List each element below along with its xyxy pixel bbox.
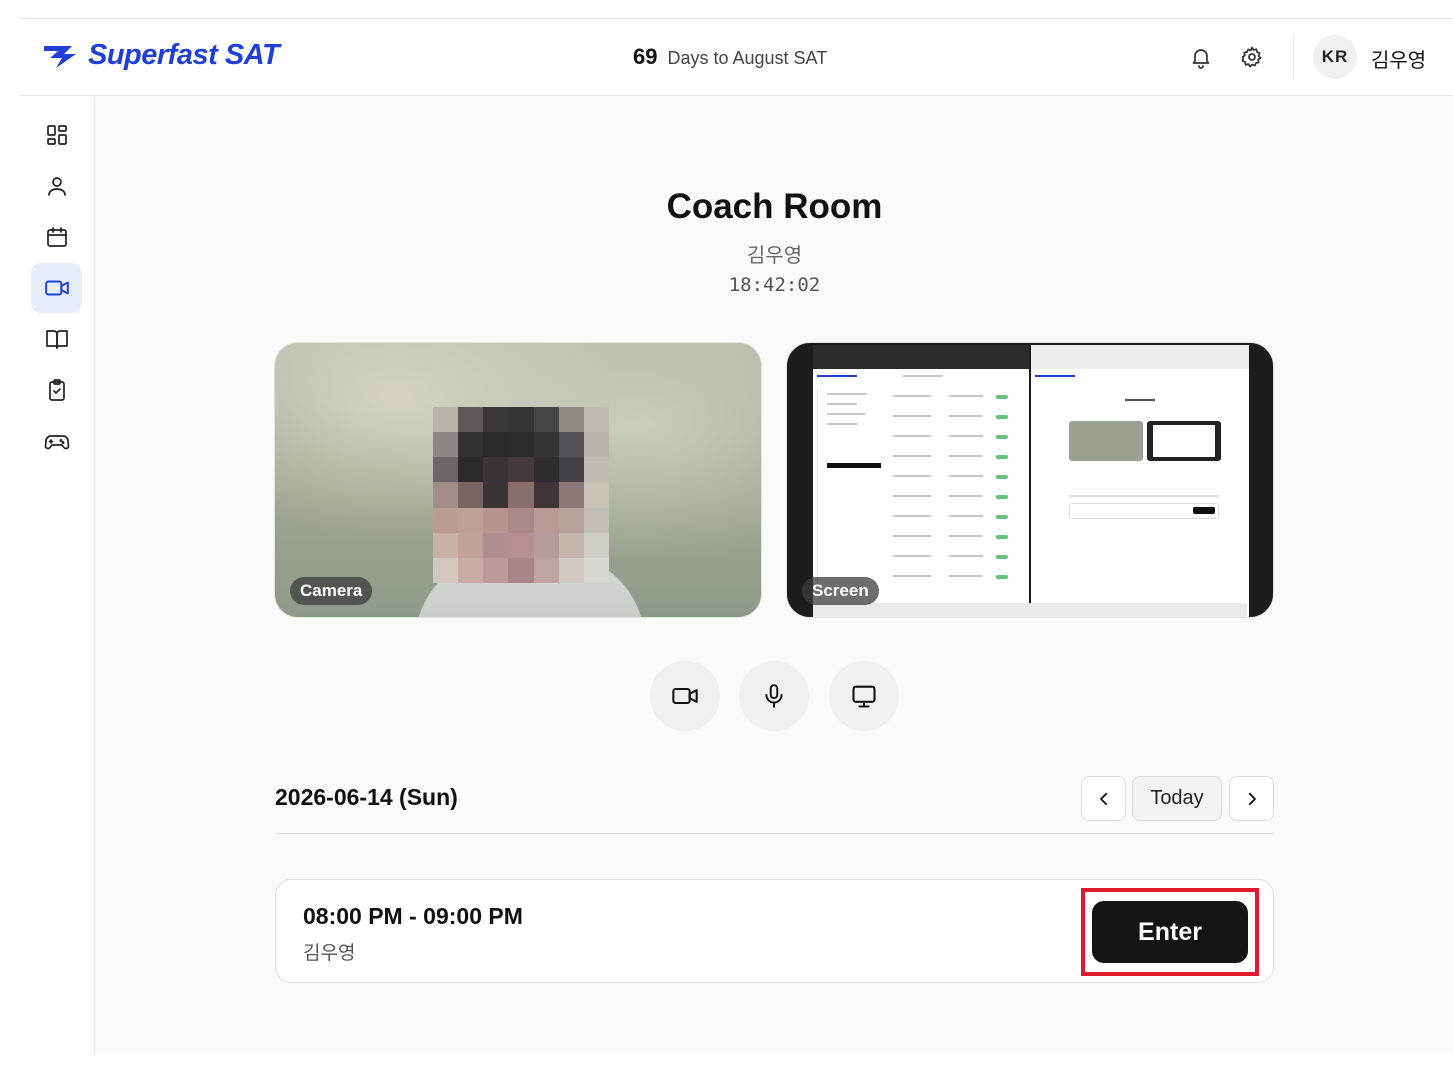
clipboard-check-icon	[48, 379, 65, 401]
grid-icon	[46, 125, 67, 145]
countdown-text: Days to August SAT	[667, 48, 828, 68]
video-icon	[672, 687, 698, 705]
shared-screen-right-window	[1031, 345, 1249, 617]
chevron-right-icon	[1248, 792, 1256, 805]
book-icon	[45, 330, 68, 349]
chevron-left-icon	[1099, 792, 1107, 805]
sidebar-item-tasks[interactable]	[31, 365, 82, 415]
mic-toggle-button[interactable]	[739, 661, 809, 731]
session-coach-name: 김우영	[303, 943, 356, 964]
camera-toggle-button[interactable]	[650, 661, 720, 731]
user-name[interactable]: 김우영	[1371, 44, 1426, 73]
logo-mark-icon	[44, 45, 76, 68]
screen-share-button[interactable]	[829, 661, 899, 731]
enter-button[interactable]: Enter	[1092, 901, 1248, 963]
language-badge[interactable]: KR	[1313, 35, 1357, 79]
brand-logo[interactable]: Superfast SAT	[42, 39, 280, 72]
prev-day-button[interactable]	[1081, 776, 1126, 821]
gamepad-icon	[44, 435, 69, 450]
top-header: Superfast SAT 69 Days to August SAT KR 김…	[20, 19, 1453, 96]
divider	[275, 833, 1274, 834]
header-divider	[1293, 35, 1294, 79]
next-day-button[interactable]	[1229, 776, 1274, 821]
pixelated-face	[433, 407, 609, 583]
session-time: 08:00 PM - 09:00 PM	[303, 903, 523, 929]
bell-icon[interactable]	[1187, 43, 1215, 71]
today-button[interactable]: Today	[1132, 776, 1222, 821]
screen-share-preview: Screen	[786, 342, 1274, 618]
sidebar-item-games[interactable]	[31, 416, 82, 466]
gear-icon[interactable]	[1238, 43, 1266, 71]
sidebar-item-dashboard[interactable]	[31, 110, 82, 160]
schedule-date: 2026-06-14 (Sun)	[275, 784, 458, 810]
screen-label: Screen	[802, 577, 879, 605]
brand-name: Superfast SAT	[88, 39, 280, 71]
page-title: Coach Room	[666, 187, 883, 226]
camera-preview: Camera	[274, 342, 762, 618]
app-window: Superfast SAT 69 Days to August SAT KR 김…	[20, 18, 1453, 1055]
session-clock: 18:42:02	[728, 274, 821, 296]
microphone-icon	[765, 684, 783, 708]
sidebar-item-book[interactable]	[31, 314, 82, 364]
countdown-number: 69	[633, 44, 658, 69]
session-card: 08:00 PM - 09:00 PM 김우영 Enter	[275, 879, 1274, 983]
room-owner-name: 김우영	[746, 245, 803, 267]
camera-label: Camera	[290, 577, 373, 605]
monitor-icon	[852, 685, 876, 708]
shared-screen-taskbar	[813, 603, 1247, 617]
enter-highlight: Enter	[1081, 888, 1259, 976]
sat-countdown: 69 Days to August SAT	[633, 44, 827, 70]
